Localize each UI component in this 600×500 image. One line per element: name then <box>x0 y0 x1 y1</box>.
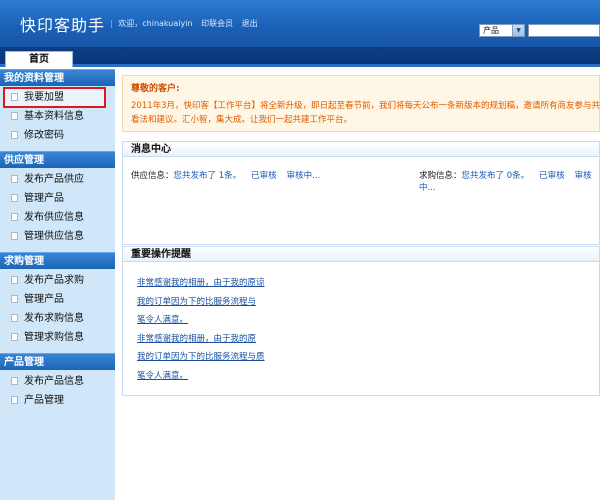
tab-home[interactable]: 首页 <box>5 51 73 67</box>
search-category-select[interactable]: 产品 ▼ <box>479 24 525 37</box>
sidebar-item-publish-product-info[interactable]: 发布产品信息 <box>0 372 115 391</box>
search-category-value: 产品 <box>483 26 499 35</box>
purchase-published-link[interactable]: 您共发布了 0条。 <box>462 171 530 181</box>
sidebar-menu: 发布产品供应 管理产品 发布供应信息 管理供应信息 <box>0 168 115 252</box>
sidebar-item-label: 我要加盟 <box>24 92 64 103</box>
sidebar-group-title[interactable]: 产品管理 <box>0 353 115 370</box>
sidebar-item-manage-products[interactable]: 管理产品 <box>0 189 115 208</box>
ops-item[interactable]: 非常感谢我的相册，由于我的原谅 <box>137 276 599 295</box>
document-icon <box>11 377 18 385</box>
ops-list: 非常感谢我的相册，由于我的原谅 我的订单因为下的比服务流程与 笔令人满意。 非常… <box>123 262 599 387</box>
sidebar-item-product-management[interactable]: 产品管理 <box>0 391 115 410</box>
document-icon <box>11 276 18 284</box>
supply-reviewing-link[interactable]: 审核中... <box>287 171 321 181</box>
sidebar-item-label: 发布供应信息 <box>24 212 84 223</box>
sidebar-item-label: 管理求购信息 <box>24 332 84 343</box>
sidebar-item-join[interactable]: 我要加盟 <box>3 87 106 108</box>
supply-approved-link[interactable]: 已审核 <box>251 171 277 181</box>
nav-stripe <box>0 64 600 67</box>
document-icon <box>11 93 18 101</box>
document-icon <box>11 232 18 240</box>
supply-label: 供应信息： <box>131 171 174 181</box>
sidebar-item-label: 基本资料信息 <box>24 111 84 122</box>
panel-title: 消息中心 <box>123 142 599 157</box>
sidebar-item-manage-purchase-info[interactable]: 管理求购信息 <box>0 328 115 347</box>
sidebar: 我的资料管理 我要加盟 基本资料信息 修改密码 供应管理 发布产品供应 管理产品… <box>0 69 115 500</box>
sidebar-item-label: 发布产品求购 <box>24 275 84 286</box>
member-link[interactable]: 印联会员 <box>201 19 233 28</box>
sidebar-item-label: 修改密码 <box>24 130 64 141</box>
logout-link[interactable]: 退出 <box>242 19 258 28</box>
welcome-greeting: 尊敬的客户: <box>131 84 180 94</box>
welcome-message-line: 2011年3月，快印客【工作平台】将全新升级，即日起至春节前，我们将每天公布一条… <box>131 101 600 111</box>
sidebar-item-label: 发布产品供应 <box>24 174 84 185</box>
sidebar-item-publish-purchase-product[interactable]: 发布产品求购 <box>0 271 115 290</box>
sidebar-item-manage-supply-info[interactable]: 管理供应信息 <box>0 227 115 246</box>
purchase-stats: 求购信息：您共发布了 0条。 已审核 审核中... <box>419 169 599 193</box>
supply-published-link[interactable]: 您共发布了 1条。 <box>174 171 242 181</box>
document-icon <box>11 396 18 404</box>
welcome-message-line: 看法和建议。汇小智，集大成。让我们一起共建工作平台。 <box>131 115 353 125</box>
welcome-notice: 尊敬的客户: 2011年3月，快印客【工作平台】将全新升级，即日起至春节前，我们… <box>122 75 600 132</box>
ops-item[interactable]: 我的订单因为下的比服务流程与质 <box>137 350 599 369</box>
sidebar-menu: 发布产品信息 产品管理 <box>0 370 115 416</box>
sidebar-item-label: 管理产品 <box>24 294 64 305</box>
sidebar-item-change-password[interactable]: 修改密码 <box>0 126 115 145</box>
document-icon <box>11 295 18 303</box>
top-header: 快印客助手 | 欢迎，chinakuaiyin 印联会员 退出 产品 ▼ <box>0 0 600 47</box>
sidebar-group-title[interactable]: 我的资料管理 <box>0 69 115 86</box>
sidebar-group-title[interactable]: 求购管理 <box>0 252 115 269</box>
sidebar-item-publish-supply-info[interactable]: 发布供应信息 <box>0 208 115 227</box>
important-ops-panel: 重要操作提醒 非常感谢我的相册，由于我的原谅 我的订单因为下的比服务流程与 笔令… <box>122 246 600 396</box>
sidebar-item-publish-supply-product[interactable]: 发布产品供应 <box>0 170 115 189</box>
message-center-panel: 消息中心 供应信息：您共发布了 1条。 已审核 审核中... 求购信息：您共发布了 … <box>122 141 600 245</box>
app-logo: 快印客助手 <box>20 16 106 35</box>
sidebar-item-label: 管理供应信息 <box>24 231 84 242</box>
sidebar-menu: 发布产品求购 管理产品 发布求购信息 管理求购信息 <box>0 269 115 353</box>
search-input[interactable] <box>528 24 600 37</box>
welcome-text: 欢迎，chinakuaiyin <box>118 19 193 28</box>
chevron-down-icon[interactable]: ▼ <box>512 25 524 36</box>
sidebar-item-publish-purchase-info[interactable]: 发布求购信息 <box>0 309 115 328</box>
sidebar-group-title[interactable]: 供应管理 <box>0 151 115 168</box>
document-icon <box>11 131 18 139</box>
header-divider: | <box>110 19 113 28</box>
purchase-label: 求购信息： <box>419 171 462 181</box>
sidebar-item-label: 产品管理 <box>24 395 64 406</box>
document-icon <box>11 112 18 120</box>
ops-item[interactable]: 笔令人满意。 <box>137 369 599 388</box>
sidebar-item-basic-info[interactable]: 基本资料信息 <box>0 107 115 126</box>
document-icon <box>11 314 18 322</box>
supply-stats: 供应信息：您共发布了 1条。 已审核 审核中... <box>131 169 320 181</box>
document-icon <box>11 213 18 221</box>
document-icon <box>11 333 18 341</box>
sidebar-item-manage-products-2[interactable]: 管理产品 <box>0 290 115 309</box>
document-icon <box>11 194 18 202</box>
purchase-approved-link[interactable]: 已审核 <box>539 171 565 181</box>
message-stats-row: 供应信息：您共发布了 1条。 已审核 审核中... 求购信息：您共发布了 0条。 已审… <box>123 169 599 193</box>
nav-bar: 首页 <box>0 47 600 67</box>
ops-item[interactable]: 非常感谢我的相册，由于我的原 <box>137 332 599 351</box>
document-icon <box>11 175 18 183</box>
ops-item[interactable]: 笔令人满意。 <box>137 313 599 332</box>
sidebar-item-label: 管理产品 <box>24 193 64 204</box>
header-links: | 欢迎，chinakuaiyin 印联会员 退出 <box>110 18 264 29</box>
sidebar-item-label: 发布求购信息 <box>24 313 84 324</box>
sidebar-item-label: 发布产品信息 <box>24 376 84 387</box>
panel-title: 重要操作提醒 <box>123 247 599 262</box>
sidebar-menu: 我要加盟 基本资料信息 修改密码 <box>0 86 115 151</box>
ops-item[interactable]: 我的订单因为下的比服务流程与 <box>137 295 599 314</box>
